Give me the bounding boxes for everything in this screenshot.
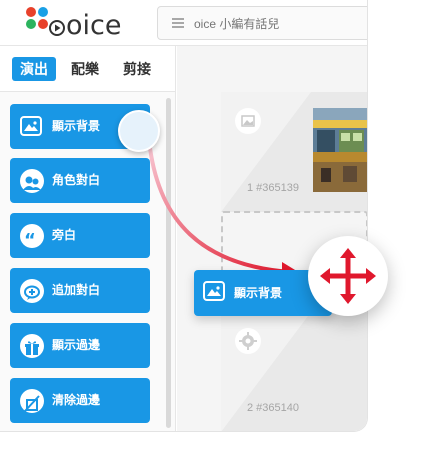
logo-dot-green	[26, 19, 36, 29]
drag-item-label: 顯示背景	[234, 286, 283, 300]
oice-logo[interactable]: oice	[22, 6, 122, 40]
menu-icon[interactable]	[172, 18, 184, 28]
slot-label: 2 #365140	[247, 402, 299, 414]
sidebar-item-label: 角色對白	[52, 173, 101, 187]
move-cursor	[308, 236, 388, 316]
sidebar-item-label: 顯示背景	[52, 119, 101, 133]
timeline-slot[interactable]: 2 #365140	[221, 312, 367, 431]
sidebar-item-label: 追加對白	[52, 283, 101, 297]
sidebar-item-character-dialogue[interactable]: 角色對白	[10, 158, 150, 203]
sidebar-item-add-dialogue[interactable]: 追加對白	[10, 268, 150, 313]
move-icon	[320, 248, 376, 304]
clear-icon	[20, 389, 44, 413]
sidebar-item-show-transition[interactable]: 顯示過邊	[10, 323, 150, 368]
image-placeholder-icon	[235, 108, 261, 134]
background-thumbnail[interactable]	[313, 108, 367, 192]
sidebar-item-label: 清除過邊	[52, 393, 101, 407]
slot-label: 1 #365139	[247, 182, 299, 194]
sidebar-item-label: 顯示過邊	[52, 338, 101, 352]
gear-icon	[235, 328, 261, 354]
logo-dot-red	[26, 7, 36, 17]
app-window: oice 演出 配樂 剪接 顯示背景 角色對白 “ 旁白	[0, 0, 368, 432]
street-scene-image	[313, 108, 367, 192]
svg-text:“: “	[24, 230, 36, 250]
logo-dot-blue	[38, 7, 48, 17]
quote-icon: “	[20, 224, 44, 251]
search-input[interactable]	[194, 14, 364, 34]
play-icon	[49, 20, 65, 36]
gift-icon	[20, 334, 44, 358]
sidebar-item-narration[interactable]: “ 旁白	[10, 213, 150, 258]
logo-dot-red-2	[38, 19, 48, 29]
tab-music[interactable]: 配樂	[68, 57, 102, 81]
search-bar[interactable]	[157, 6, 367, 40]
logo-text: oice	[66, 10, 122, 41]
sidebar-scrollbar[interactable]	[166, 98, 171, 428]
add-dialogue-icon	[20, 279, 44, 303]
touch-indicator	[118, 110, 160, 152]
tab-row: 演出 配樂 剪接	[0, 46, 176, 92]
tab-edit[interactable]: 剪接	[120, 57, 154, 81]
characters-icon	[20, 169, 44, 193]
image-icon	[20, 116, 42, 136]
image-icon	[203, 281, 225, 301]
top-bar: oice	[0, 0, 367, 46]
sidebar-item-label: 旁白	[52, 228, 77, 242]
sidebar-item-clear-transition[interactable]: 清除過邊	[10, 378, 150, 423]
tab-perform[interactable]: 演出	[12, 57, 56, 81]
